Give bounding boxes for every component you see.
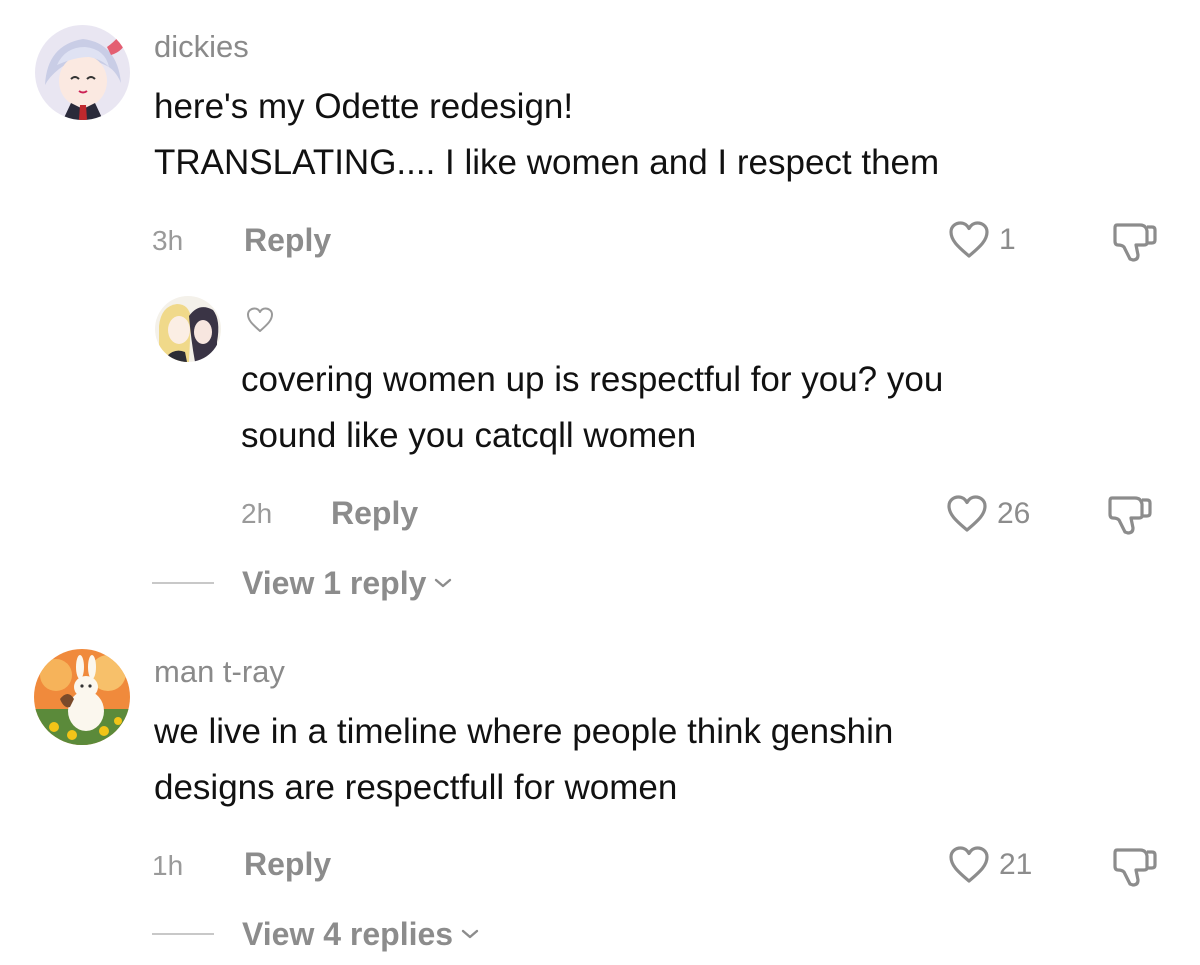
chevron-down-icon: [435, 578, 452, 588]
reply-timestamp: 2h: [241, 498, 273, 529]
avatar-image: [155, 296, 221, 362]
avatar-image: [35, 25, 130, 120]
avatar[interactable]: [35, 25, 130, 120]
like-count: 1: [999, 223, 1016, 256]
avatar[interactable]: [155, 296, 221, 362]
like-button[interactable]: 26: [945, 494, 1030, 534]
comment-username[interactable]: dickies: [154, 31, 249, 62]
reply-button[interactable]: Reply: [331, 497, 418, 529]
view-replies-label: View 1 reply: [242, 565, 427, 601]
avatar-image: [34, 649, 130, 745]
heart-outline-icon: [947, 495, 987, 532]
reply-button[interactable]: Reply: [244, 224, 331, 256]
comment-username[interactable]: man t-ray: [154, 656, 285, 687]
comment-text-line: TRANSLATING.... I like women and I respe…: [154, 143, 940, 182]
small-heart-icon: [247, 307, 273, 332]
reply-text-line: covering women up is respectful for you?…: [241, 360, 944, 399]
creator-liked-button[interactable]: [245, 306, 275, 339]
comment-timestamp: 3h: [152, 225, 184, 256]
thumbs-down-icon: [1108, 496, 1152, 535]
thumbs-down-icon: [1113, 848, 1157, 887]
chevron-down-icon: [461, 929, 479, 939]
avatar[interactable]: [34, 649, 130, 745]
divider-line: [152, 933, 214, 935]
reply-text-line: sound like you catcqll women: [241, 416, 697, 455]
reply-button[interactable]: Reply: [244, 848, 331, 880]
like-button[interactable]: 1: [947, 220, 1016, 260]
comment-timestamp: 1h: [152, 850, 184, 881]
view-replies-button[interactable]: View 1 reply: [152, 567, 454, 599]
heart-outline-icon: [949, 846, 989, 883]
comment-text-line: here's my Odette redesign!: [154, 87, 574, 126]
like-count: 26: [997, 497, 1031, 530]
heart-outline-icon: [949, 221, 989, 258]
comments-panel: dickies here's my Odette redesign! TRANS…: [0, 0, 1200, 965]
comment-text-line: we live in a timeline where people think…: [154, 712, 894, 751]
view-replies-label: View 4 replies: [242, 916, 454, 952]
divider-line: [152, 582, 214, 584]
dislike-button[interactable]: [1112, 844, 1158, 893]
thumbs-down-icon: [1113, 223, 1157, 262]
comment-text-line: designs are respectfull for women: [154, 768, 678, 807]
like-button[interactable]: 21: [947, 845, 1032, 885]
dislike-button[interactable]: [1107, 492, 1153, 541]
like-count: 21: [999, 848, 1033, 881]
view-replies-button[interactable]: View 4 replies: [152, 918, 481, 950]
dislike-button[interactable]: [1112, 219, 1158, 268]
